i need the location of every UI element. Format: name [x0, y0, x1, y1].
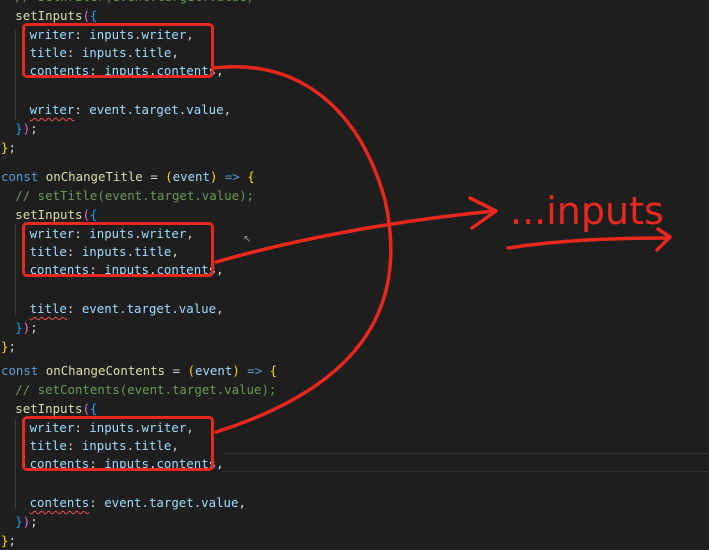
annotation-arrows [212, 65, 672, 434]
annotation-underline-arrow [506, 236, 670, 250]
annotation-curve [212, 65, 393, 434]
annotation-arrow [214, 209, 497, 264]
annotation-note: ...inputs [510, 189, 664, 233]
mouse-cursor-icon: ↖ [243, 234, 252, 245]
